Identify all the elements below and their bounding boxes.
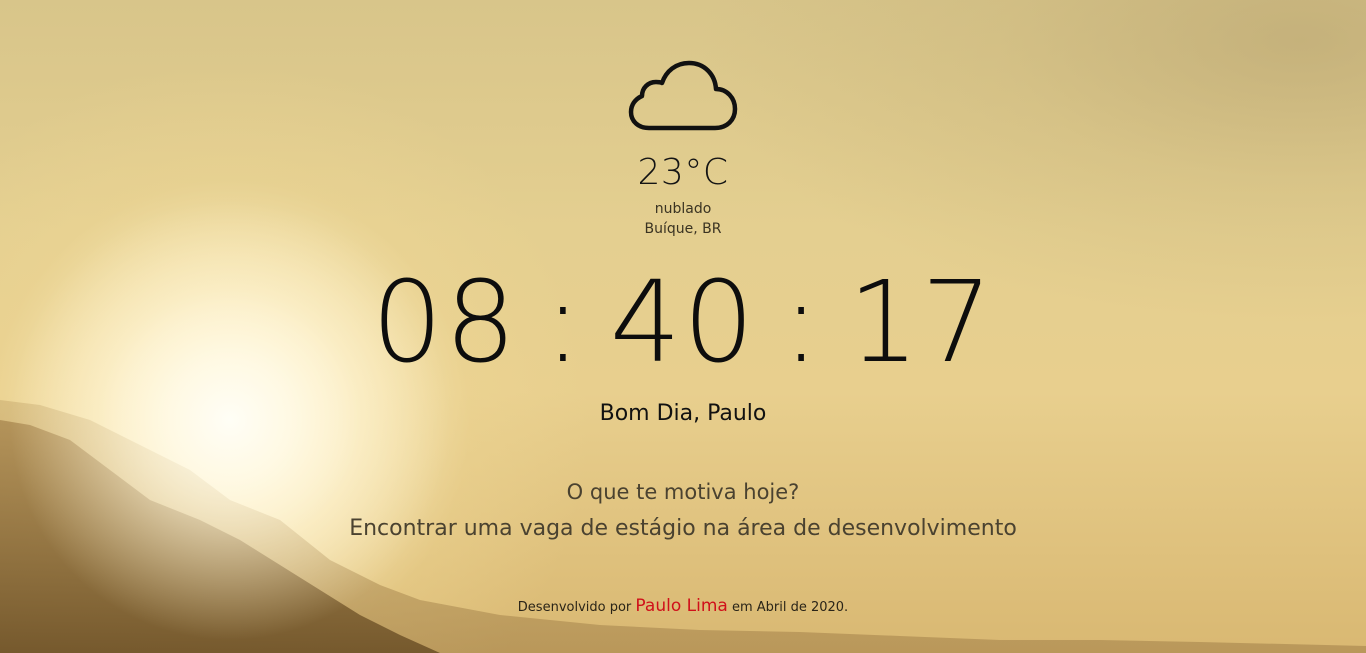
- motivation-question: O que te motiva hoje?: [566, 480, 800, 504]
- weather-location: Buíque, BR: [644, 221, 722, 237]
- clock-separator: :: [544, 258, 584, 388]
- greeting-text: Bom Dia, Paulo: [599, 401, 767, 426]
- clock-hours: 08: [371, 258, 518, 388]
- digital-clock: 08:40:17: [0, 258, 1366, 388]
- footer-prefix: Desenvolvido por: [517, 600, 632, 615]
- clock-seconds: 17: [847, 258, 995, 388]
- temperature-value: 23°C: [637, 152, 729, 193]
- clock-minutes: 40: [609, 258, 757, 388]
- footer: Desenvolvido por Paulo Lima em Abril de …: [0, 596, 1366, 616]
- footer-suffix: em Abril de 2020.: [731, 600, 849, 615]
- weather-condition: nublado: [654, 201, 712, 217]
- main-content: 23°C nublado Buíque, BR 08:40:17 Bom Dia…: [0, 0, 1366, 653]
- author-link[interactable]: Paulo Lima: [635, 596, 727, 616]
- motivation-answer: Encontrar uma vaga de estágio na área de…: [349, 516, 1017, 541]
- cloud-icon: [628, 60, 738, 131]
- clock-separator: :: [782, 258, 822, 388]
